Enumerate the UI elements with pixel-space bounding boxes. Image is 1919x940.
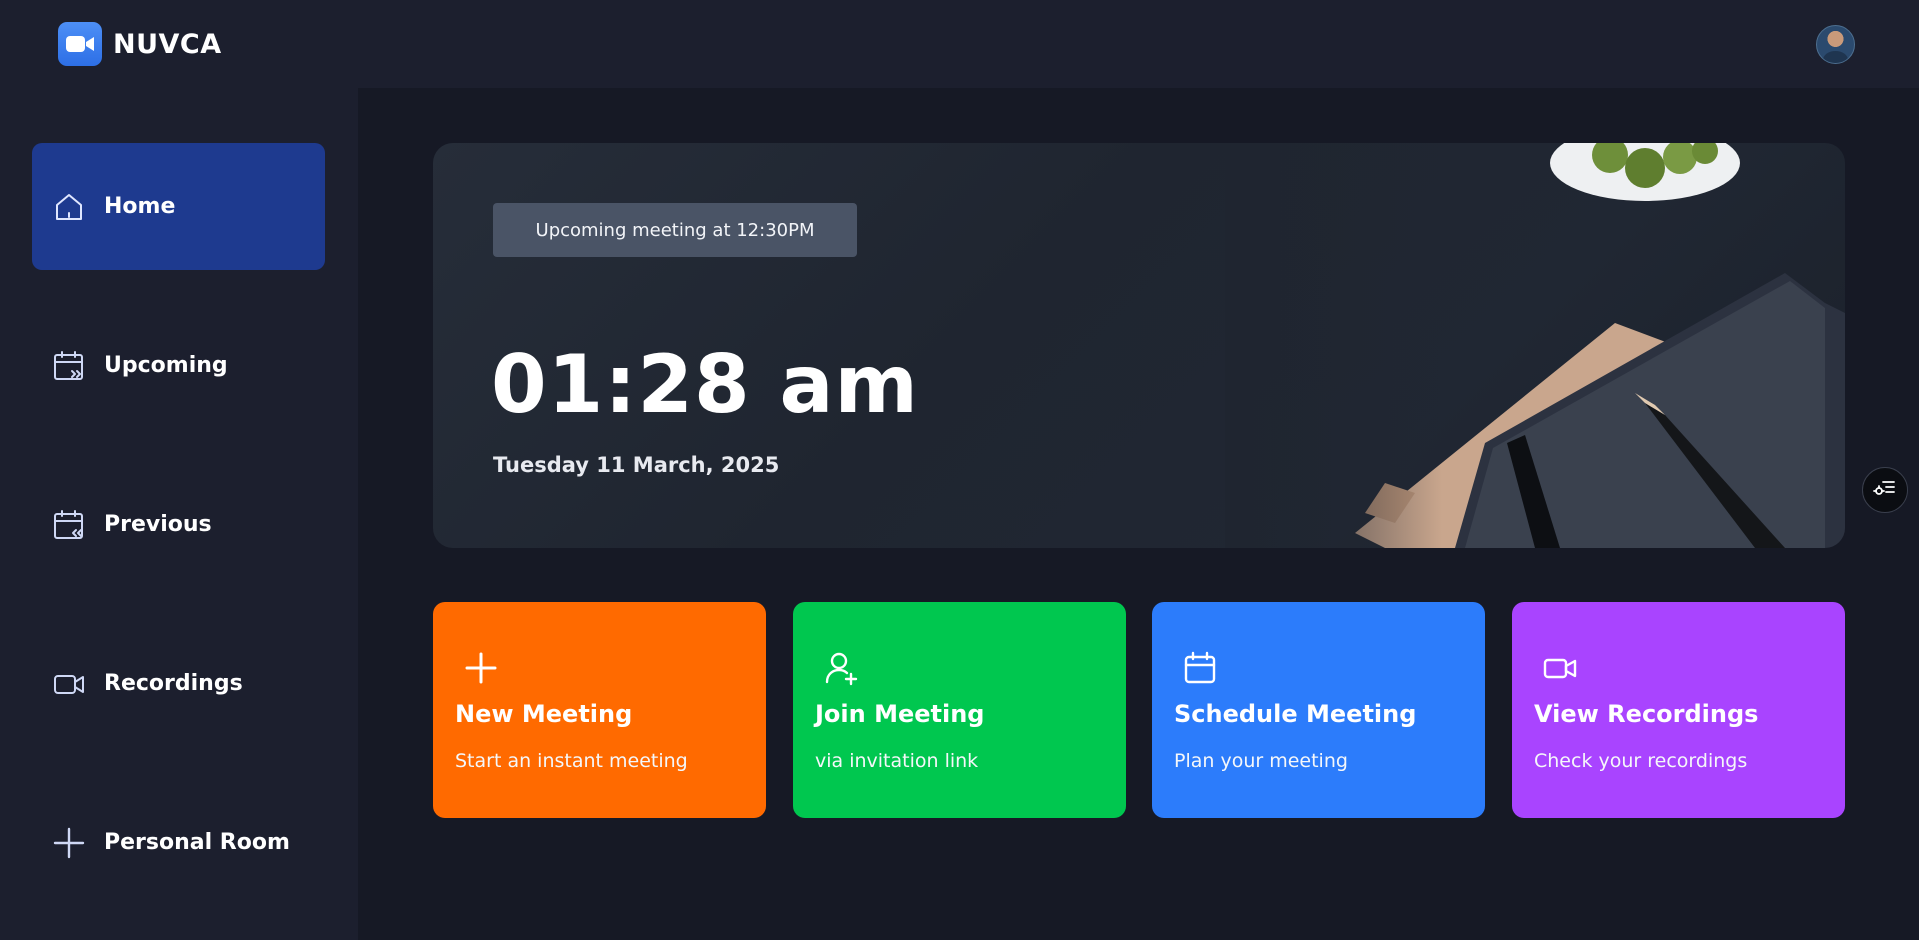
- plus-icon: [52, 826, 86, 860]
- view-recordings-card[interactable]: View Recordings Check your recordings: [1512, 602, 1845, 818]
- new-meeting-card[interactable]: New Meeting Start an instant meeting: [433, 602, 766, 818]
- upcoming-meeting-badge: Upcoming meeting at 12:30PM: [493, 203, 857, 257]
- video-icon: [1534, 642, 1586, 694]
- hero-banner: Upcoming meeting at 12:30PM 01:28 am Tue…: [433, 143, 1845, 548]
- join-meeting-card[interactable]: Join Meeting via invitation link: [793, 602, 1126, 818]
- desk-still-life-illustration: [1225, 143, 1845, 548]
- calendar-icon: [1174, 642, 1226, 694]
- current-time: 01:28 am: [491, 338, 919, 431]
- current-date: Tuesday 11 March, 2025: [493, 453, 780, 477]
- sidebar-item-label: Home: [104, 194, 176, 219]
- sidebar-item-label: Previous: [104, 512, 212, 537]
- card-title: View Recordings: [1534, 700, 1759, 728]
- sidebar-item-label: Recordings: [104, 671, 243, 696]
- card-subtitle: Start an instant meeting: [455, 750, 688, 772]
- calendar-forward-icon: [52, 349, 86, 383]
- app-name: NUVCA: [113, 28, 222, 60]
- card-title: Join Meeting: [815, 700, 985, 728]
- sidebar-item-label: Personal Room: [104, 830, 290, 855]
- sidebar-item-label: Upcoming: [104, 353, 228, 378]
- video-icon: [52, 667, 86, 701]
- sidebar: Home Upcoming Previous Recordings Person…: [0, 88, 358, 940]
- card-title: Schedule Meeting: [1174, 700, 1417, 728]
- main-content: Upcoming meeting at 12:30PM 01:28 am Tue…: [358, 88, 1919, 940]
- card-subtitle: Check your recordings: [1534, 750, 1748, 772]
- user-add-icon: [815, 642, 867, 694]
- sidebar-item-recordings[interactable]: Recordings: [32, 620, 325, 747]
- card-subtitle: via invitation link: [815, 750, 979, 772]
- sidebar-item-personal-room[interactable]: Personal Room: [32, 779, 325, 906]
- video-camera-logo-icon: [58, 22, 102, 66]
- card-title: New Meeting: [455, 700, 633, 728]
- sidebar-item-upcoming[interactable]: Upcoming: [32, 302, 325, 429]
- home-icon: [52, 190, 86, 224]
- card-subtitle: Plan your meeting: [1174, 750, 1348, 772]
- schedule-meeting-card[interactable]: Schedule Meeting Plan your meeting: [1152, 602, 1485, 818]
- calendar-back-icon: [52, 508, 86, 542]
- plus-icon: [455, 642, 507, 694]
- floating-settings-button[interactable]: [1862, 467, 1908, 513]
- brand-logo-link[interactable]: NUVCA: [58, 22, 222, 66]
- sidebar-item-home[interactable]: Home: [32, 143, 325, 270]
- sidebar-item-previous[interactable]: Previous: [32, 461, 325, 588]
- top-navbar: NUVCA: [0, 0, 1919, 88]
- settings-list-icon: [1873, 476, 1897, 504]
- user-avatar[interactable]: [1816, 24, 1855, 64]
